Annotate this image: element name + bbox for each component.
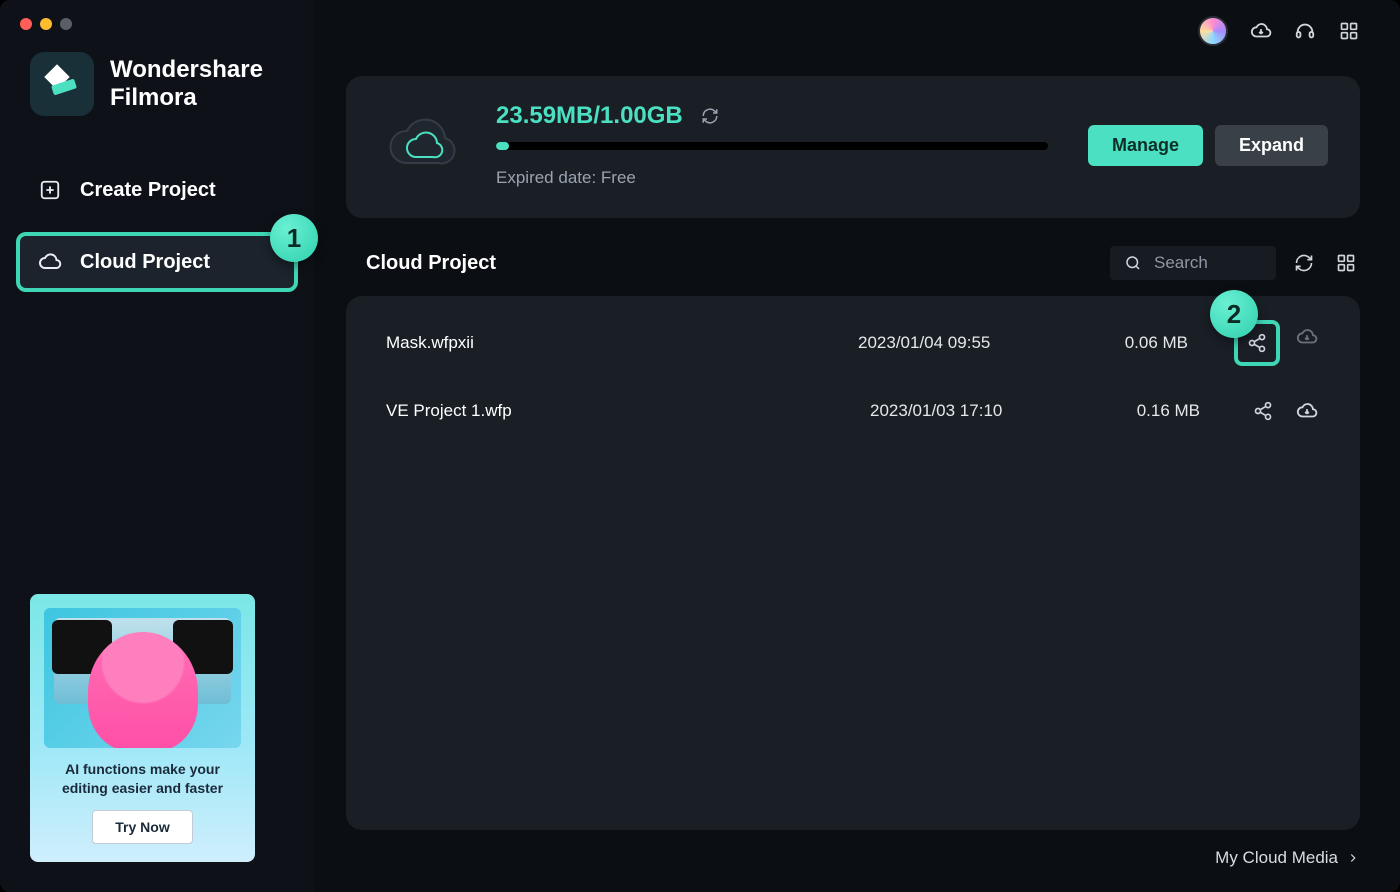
window-close-dot[interactable] (20, 18, 32, 30)
brand-name: Wondershare Filmora (110, 56, 263, 111)
footer-link-label: My Cloud Media (1215, 848, 1338, 868)
sidebar-item-cloud-project[interactable]: Cloud Project 1 (20, 236, 294, 288)
app-window: Wondershare Filmora Create Project (0, 0, 1400, 892)
window-controls (20, 0, 294, 40)
storage-progress-fill (496, 142, 509, 150)
sidebar-item-create-project[interactable]: Create Project (20, 164, 294, 216)
view-grid-icon[interactable] (1332, 249, 1360, 277)
support-headset-icon[interactable] (1294, 20, 1316, 42)
apps-grid-icon[interactable] (1338, 20, 1360, 42)
main-panel: 23.59MB/1.00GB Expired date: Free Manage… (314, 0, 1400, 892)
storage-progress-bar (496, 142, 1048, 150)
sidebar-nav: Create Project Cloud Project 1 (20, 164, 294, 288)
share-icon[interactable] (1250, 398, 1276, 424)
cloud-download-icon[interactable] (1250, 20, 1272, 42)
manage-button[interactable]: Manage (1088, 125, 1203, 166)
window-zoom-dot[interactable] (60, 18, 72, 30)
search-input[interactable] (1152, 252, 1262, 274)
file-actions (1250, 398, 1320, 424)
chevron-right-icon (1346, 851, 1360, 865)
cloud-storage-icon (386, 117, 456, 173)
file-size: 0.06 MB (1078, 333, 1188, 353)
search-box[interactable] (1110, 246, 1276, 280)
file-list: Mask.wfpxii 2023/01/04 09:55 0.06 MB 2 (346, 296, 1360, 830)
file-date: 2023/01/03 17:10 (870, 401, 1070, 421)
list-refresh-icon[interactable] (1290, 249, 1318, 277)
sidebar: Wondershare Filmora Create Project (0, 0, 314, 892)
brand-logo-icon (30, 52, 94, 116)
search-icon (1124, 254, 1142, 272)
file-size: 0.16 MB (1090, 401, 1200, 421)
window-minimize-dot[interactable] (40, 18, 52, 30)
user-avatar[interactable] (1198, 16, 1228, 46)
annotation-callout-1: 1 (270, 214, 318, 262)
expand-button[interactable]: Expand (1215, 125, 1328, 166)
storage-expiry-text: Expired date: Free (496, 168, 1048, 188)
storage-actions: Manage Expand (1088, 125, 1328, 166)
annotation-callout-2: 2 (1210, 290, 1258, 338)
promo-image (44, 608, 241, 748)
promo-card: AI functions make your editing easier an… (30, 594, 255, 862)
storage-info: 23.59MB/1.00GB Expired date: Free (496, 102, 1048, 188)
file-date: 2023/01/04 09:55 (858, 333, 1058, 353)
promo-try-now-button[interactable]: Try Now (92, 810, 192, 844)
my-cloud-media-link[interactable]: My Cloud Media (1215, 848, 1360, 868)
storage-card: 23.59MB/1.00GB Expired date: Free Manage… (346, 76, 1360, 218)
promo-text: AI functions make your editing easier an… (44, 760, 241, 798)
storage-usage-text: 23.59MB/1.00GB (496, 102, 683, 130)
cloud-download-icon[interactable] (1294, 324, 1320, 350)
section-title: Cloud Project (366, 252, 496, 275)
cloud-icon (38, 250, 62, 274)
file-name: Mask.wfpxii (386, 333, 838, 353)
cloud-download-icon[interactable] (1294, 398, 1320, 424)
file-name: VE Project 1.wfp (386, 401, 850, 421)
brand: Wondershare Filmora (30, 52, 294, 116)
file-row[interactable]: Mask.wfpxii 2023/01/04 09:55 0.06 MB 2 (346, 306, 1360, 380)
file-actions: 2 (1238, 324, 1320, 362)
topbar (346, 0, 1360, 54)
section-header: Cloud Project (346, 246, 1360, 280)
storage-refresh-icon[interactable] (701, 107, 719, 125)
sidebar-item-label: Create Project (80, 179, 216, 202)
create-project-icon (38, 178, 62, 202)
file-row[interactable]: VE Project 1.wfp 2023/01/03 17:10 0.16 M… (346, 380, 1360, 442)
sidebar-item-label: Cloud Project (80, 251, 210, 274)
